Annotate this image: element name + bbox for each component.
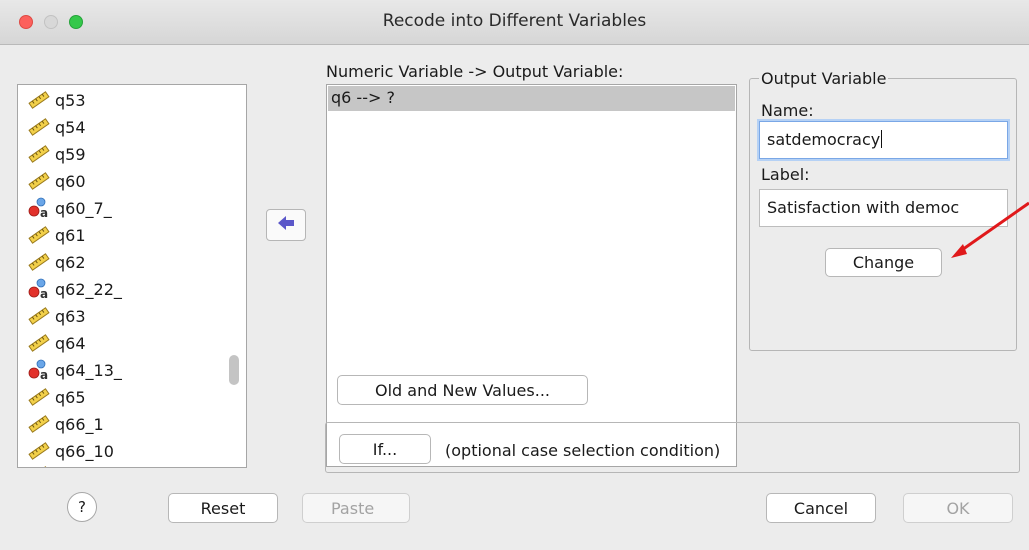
change-button[interactable]: Change — [825, 248, 942, 277]
list-item[interactable]: q53 — [27, 88, 86, 112]
ruler-icon — [27, 116, 51, 138]
old-and-new-values-button[interactable]: Old and New Values... — [337, 375, 588, 405]
variable-label: q59 — [55, 144, 86, 164]
list-item[interactable]: q64 — [27, 331, 86, 355]
name-field[interactable]: satdemocracy — [759, 121, 1008, 159]
reset-button[interactable]: Reset — [168, 493, 278, 523]
arrow-left-icon — [276, 214, 296, 236]
list-item[interactable]: q65 — [27, 385, 86, 409]
ruler-icon — [27, 413, 51, 435]
if-condition-note: (optional case selection condition) — [445, 441, 721, 460]
if-button[interactable]: If... — [339, 434, 431, 464]
output-variable-title: Output Variable — [759, 69, 889, 88]
ruler-icon — [27, 143, 51, 165]
ruler-icon — [27, 224, 51, 246]
list-item[interactable]: q59 — [27, 142, 86, 166]
list-item[interactable]: q63 — [27, 304, 86, 328]
move-variable-button[interactable] — [266, 209, 306, 241]
list-item[interactable]: a q62_22_ — [27, 277, 122, 301]
list-item[interactable]: q54 — [27, 115, 86, 139]
variable-label: q65 — [55, 387, 86, 407]
list-item[interactable]: a q64_13_ — [27, 358, 122, 382]
question-icon: ? — [78, 498, 86, 516]
text-cursor — [881, 130, 883, 148]
ruler-icon — [27, 386, 51, 408]
ruler-icon — [27, 305, 51, 327]
variable-label: q60_7_ — [55, 198, 112, 218]
variable-label: q66_10 — [55, 441, 114, 461]
list-item[interactable]: q66_1 — [27, 412, 104, 436]
variable-label: q53 — [55, 90, 86, 110]
ruler-icon — [27, 89, 51, 111]
name-label: Name: — [761, 101, 814, 120]
list-scrollbar-thumb[interactable] — [229, 355, 239, 385]
variable-label: q64 — [55, 333, 86, 353]
list-item[interactable]: q61 — [27, 223, 86, 247]
nominal-string-icon: a — [27, 278, 51, 300]
help-button[interactable]: ? — [67, 492, 97, 522]
label-label: Label: — [761, 165, 810, 184]
variable-label: q60 — [55, 171, 86, 191]
list-item[interactable]: q66_10 — [27, 439, 114, 463]
mapping-list-label: Numeric Variable -> Output Variable: — [326, 62, 624, 81]
variable-label: q63 — [55, 306, 86, 326]
ruler-icon — [27, 251, 51, 273]
variable-label: q64_13_ — [55, 360, 122, 380]
variable-label: q54 — [55, 117, 86, 137]
source-variable-list[interactable]: q53 q54 q59 q60 a q60_7_ q61 q62 a q62_2… — [17, 84, 247, 468]
ok-button[interactable]: OK — [903, 493, 1013, 523]
cancel-button[interactable]: Cancel — [766, 493, 876, 523]
ruler-icon — [27, 440, 51, 462]
title-bar: Recode into Different Variables — [0, 0, 1029, 45]
annotation-arrow-icon — [951, 201, 1029, 258]
mapping-list[interactable]: q6 --> ? — [326, 84, 737, 467]
list-item-partial[interactable] — [27, 463, 55, 467]
svg-text:a: a — [40, 368, 48, 381]
ruler-icon — [27, 332, 51, 354]
nominal-string-icon: a — [27, 197, 51, 219]
ruler-icon — [27, 170, 51, 192]
svg-text:a: a — [40, 287, 48, 300]
window-title: Recode into Different Variables — [382, 11, 647, 31]
variable-label: q66_1 — [55, 414, 104, 434]
list-item[interactable]: q60 — [27, 169, 86, 193]
list-item[interactable]: a q60_7_ — [27, 196, 112, 220]
nominal-string-icon: a — [27, 359, 51, 381]
variable-label: q62 — [55, 252, 86, 272]
mapping-row-selected[interactable]: q6 --> ? — [328, 86, 735, 111]
variable-label: q61 — [55, 225, 86, 245]
ruler-icon — [27, 464, 51, 467]
variable-label: q62_22_ — [55, 279, 122, 299]
list-item[interactable]: q62 — [27, 250, 86, 274]
paste-button[interactable]: Paste — [302, 493, 410, 523]
svg-text:a: a — [40, 206, 48, 219]
